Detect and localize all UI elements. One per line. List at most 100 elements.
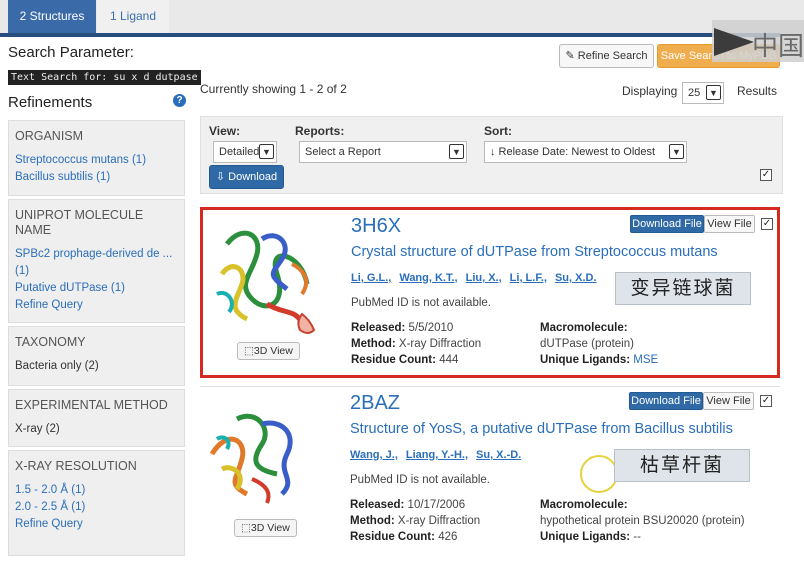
download-icon: ⇩ <box>215 171 226 183</box>
sort-select[interactable]: ↓ Release Date: Newest to Oldest ▼ <box>484 141 687 163</box>
sort-value: ↓ Release Date: Newest to Oldest <box>490 146 656 158</box>
structure-title-link[interactable]: Crystal structure of dUTPase from Strept… <box>351 244 718 260</box>
tab-ligand[interactable]: 1 Ligand <box>97 0 169 33</box>
view-value: Detailed <box>219 146 260 158</box>
view-3d-label: 3D View <box>253 345 293 357</box>
facet-link[interactable]: Bacillus subtilis (1) <box>15 169 178 186</box>
chevron-down-icon: ▼ <box>669 144 684 159</box>
author-link[interactable]: Su, X.D. <box>555 272 597 284</box>
cube-icon: ⬚ <box>244 345 254 357</box>
sort-label: Sort: <box>484 124 512 138</box>
facet-taxonomy: TAXONOMY Bacteria only (2) <box>8 326 185 386</box>
author-link[interactable]: Liang, Y.-H., <box>406 449 468 461</box>
view-3d-button[interactable]: ⬚3D View <box>237 342 300 360</box>
results-count: Currently showing 1 - 2 of 2 <box>200 82 347 96</box>
refinements-title: Refinements <box>8 94 93 111</box>
download-file-button[interactable]: Download File <box>629 392 703 410</box>
structure-title-link[interactable]: Structure of YosS, a putative dUTPase fr… <box>350 421 733 437</box>
protein-structure-thumbnail[interactable] <box>202 399 314 511</box>
macro-meta: Macromolecule: hypothetical protein BSU2… <box>540 497 745 545</box>
facet-title: X-RAY RESOLUTION <box>15 459 137 473</box>
residue-value: 444 <box>439 354 459 366</box>
refine-query-link[interactable]: Refine Query <box>15 297 178 314</box>
facet-title: TAXONOMY <box>15 335 86 349</box>
pencil-icon: ✎ <box>565 50 575 62</box>
cursor-highlight <box>580 455 618 493</box>
refine-search-button[interactable]: ✎ Refine Search <box>559 44 654 68</box>
facet-link[interactable]: Streptococcus mutans (1) <box>15 152 178 169</box>
results-label: Results <box>737 84 778 98</box>
macro-meta: Macromolecule: dUTPase (protein) Unique … <box>540 320 658 368</box>
facet-title: EXPERIMENTAL METHOD <box>15 398 168 412</box>
released-label: Released: <box>350 499 405 511</box>
author-link[interactable]: Li, L.F., <box>510 272 547 284</box>
pubmed-status: PubMed ID is not available. <box>351 297 491 309</box>
residue-label: Residue Count: <box>350 531 435 543</box>
residue-value: 426 <box>438 531 458 543</box>
view-file-button[interactable]: View File <box>703 392 754 410</box>
displaying-label: Displaying <box>622 84 678 98</box>
result-checkbox[interactable]: ✓ <box>761 218 773 230</box>
tab-structures[interactable]: 2 Structures <box>8 0 96 33</box>
reports-label: Reports: <box>295 124 345 138</box>
per-page-value: 25 <box>688 87 701 99</box>
chevron-down-icon: ▼ <box>706 85 721 100</box>
reports-value: Select a Report <box>305 146 381 158</box>
refine-search-label: Refine Search <box>577 50 648 62</box>
author-link[interactable]: Su, X.-D. <box>476 449 521 461</box>
facet-link[interactable]: Putative dUTPase (1) <box>15 280 178 297</box>
watermark-text: 中国 <box>752 32 804 62</box>
facet-value[interactable]: X-ray (2) <box>15 421 178 438</box>
macromolecule-label: Macromolecule: <box>540 499 628 511</box>
refine-query-link[interactable]: Refine Query <box>15 516 178 533</box>
select-all-checkbox[interactable]: ✓ <box>760 169 772 181</box>
release-meta: Released: 5/5/2010 Method: X-ray Diffrac… <box>351 320 481 368</box>
pdb-id-link[interactable]: 3H6X <box>351 215 401 238</box>
facet-title: UNIPROT MOLECULE NAME <box>15 208 144 237</box>
result-checkbox[interactable]: ✓ <box>760 395 772 407</box>
macromolecule-value: dUTPase (protein) <box>540 338 634 350</box>
author-link[interactable]: Li, G.L., <box>351 272 391 284</box>
facet-link[interactable]: (1) <box>15 263 178 280</box>
facet-value[interactable]: Bacteria only (2) <box>15 358 178 375</box>
pubmed-status: PubMed ID is not available. <box>350 474 490 486</box>
residue-label: Residue Count: <box>351 354 436 366</box>
view-select[interactable]: Detailed ▼ <box>213 141 277 163</box>
method-value: X-ray Diffraction <box>397 515 481 527</box>
left-sidebar: Search Parameter: Text Search for: su x … <box>0 36 201 577</box>
ligands-label: Unique Ligands: <box>540 354 631 366</box>
facet-organism: ORGANISM Streptococcus mutans (1) Bacill… <box>8 120 185 196</box>
released-label: Released: <box>351 322 406 334</box>
method-label: Method: <box>351 338 396 350</box>
release-meta: Released: 10/17/2006 Method: X-ray Diffr… <box>350 497 480 545</box>
chevron-down-icon: ▼ <box>259 144 274 159</box>
download-label: Download <box>228 171 278 183</box>
authors-list: Li, G.L., Wang, K.T., Liu, X., Li, L.F., Su,… <box>351 272 605 284</box>
download-file-button[interactable]: Download File <box>630 215 704 233</box>
per-page-select[interactable]: 25 ▼ <box>682 82 724 104</box>
download-button[interactable]: ⇩ Download <box>209 165 284 189</box>
author-link[interactable]: Liu, X., <box>466 272 502 284</box>
facet-method: EXPERIMENTAL METHOD X-ray (2) <box>8 389 185 447</box>
annotation-label: 枯草杆菌 <box>614 449 750 482</box>
reports-select[interactable]: Select a Report ▼ <box>299 141 467 163</box>
macromolecule-value: hypothetical protein BSU20020 (protein) <box>540 515 745 527</box>
pdb-id-link[interactable]: 2BAZ <box>350 392 400 415</box>
view-file-button[interactable]: View File <box>704 215 755 233</box>
facet-uniprot: UNIPROT MOLECULE NAME SPBc2 prophage-der… <box>8 199 185 323</box>
facet-link[interactable]: 1.5 - 2.0 Å (1) <box>15 482 178 499</box>
facet-title: ORGANISM <box>15 129 84 143</box>
facet-link[interactable]: SPBc2 prophage-derived de ... <box>15 246 178 263</box>
author-link[interactable]: Wang, J., <box>350 449 398 461</box>
author-link[interactable]: Wang, K.T., <box>399 272 457 284</box>
ligand-link[interactable]: MSE <box>633 354 658 366</box>
macromolecule-label: Macromolecule: <box>540 322 628 334</box>
view-3d-button[interactable]: ⬚3D View <box>234 519 297 537</box>
view-3d-label: 3D View <box>250 522 290 534</box>
help-icon[interactable]: ? <box>173 94 186 107</box>
facet-link[interactable]: 2.0 - 2.5 Å (1) <box>15 499 178 516</box>
view-label: View: <box>209 124 241 138</box>
protein-structure-thumbnail[interactable] <box>207 214 327 342</box>
released-value: 10/17/2006 <box>407 499 466 511</box>
result-card: ⬚3D View 3H6X Crystal structure of dUTPa… <box>200 207 780 378</box>
